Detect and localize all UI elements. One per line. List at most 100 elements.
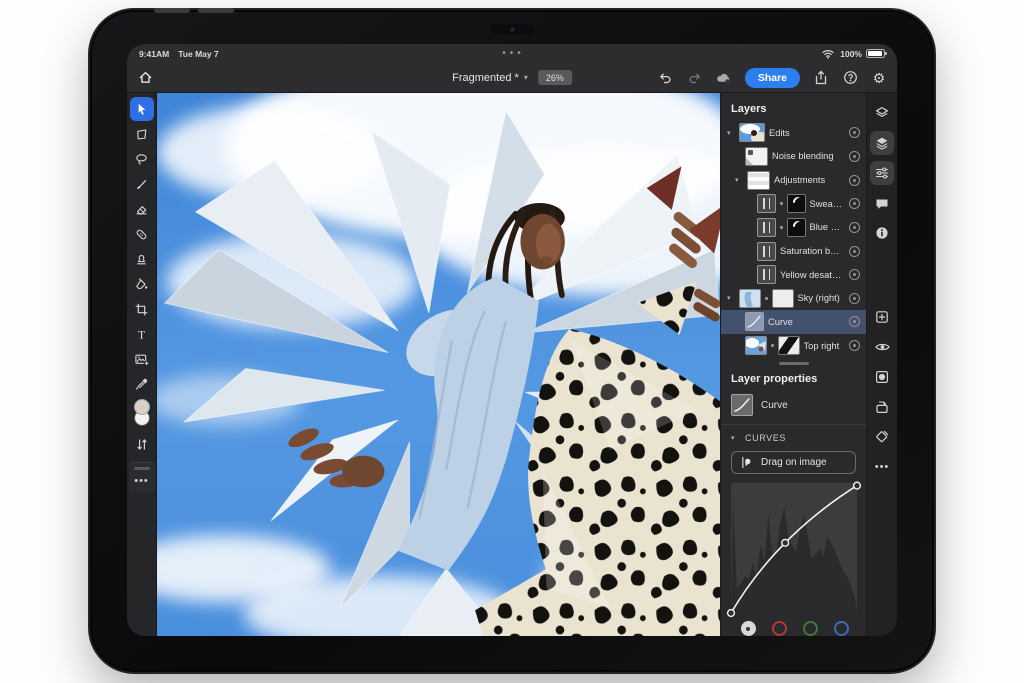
clip-layer-icon[interactable] xyxy=(870,395,894,419)
export-icon[interactable] xyxy=(813,70,829,86)
adjustment-layer-icon xyxy=(757,265,776,284)
curve-control-point[interactable] xyxy=(782,539,789,546)
channel-composite-button[interactable] xyxy=(741,621,756,636)
selected-layer-name: Curve xyxy=(761,400,788,411)
curves-section-header[interactable]: ▾ CURVES xyxy=(721,425,866,450)
targeted-adjustment-icon xyxy=(741,456,754,469)
disclosure-triangle-icon[interactable]: ▾ xyxy=(727,294,735,302)
share-button[interactable]: Share xyxy=(745,68,800,88)
layer-visibility-toggle[interactable] xyxy=(849,222,860,233)
layer-row-edits[interactable]: ▾ Edits xyxy=(721,121,866,145)
layer-row-blue-match[interactable]: Blue match xyxy=(721,216,866,240)
layer-visibility-toggle[interactable] xyxy=(849,316,860,327)
layer-thumbnail xyxy=(745,336,767,355)
disclosure-triangle-icon[interactable]: ▾ xyxy=(727,129,735,137)
layer-visibility-toggle[interactable] xyxy=(849,246,860,257)
comments-icon[interactable] xyxy=(870,191,894,215)
layer-row-sky-right[interactable]: ▾ Sky (right) xyxy=(721,286,866,310)
curves-section-title: CURVES xyxy=(745,433,786,443)
document-title-menu[interactable]: Fragmented * ▾ xyxy=(452,72,528,84)
layer-effects-icon[interactable] xyxy=(870,425,894,449)
curves-histogram-chart[interactable] xyxy=(731,483,857,613)
layer-visibility-toggle[interactable] xyxy=(849,127,860,138)
panel-resize-handle[interactable] xyxy=(779,362,809,365)
app-header: Fragmented * ▾ 26% Share xyxy=(127,63,897,93)
layer-visibility-toggle[interactable] xyxy=(849,198,860,209)
layer-row-top-right[interactable]: Top right xyxy=(721,334,866,358)
toolbar-overflow-section: ••• xyxy=(129,462,155,492)
fill-tool[interactable] xyxy=(130,272,154,296)
settings-gear-icon[interactable]: ⚙ xyxy=(871,70,887,86)
layer-name: Edits xyxy=(769,128,843,138)
zoom-level-badge[interactable]: 26% xyxy=(538,70,572,85)
layer-row-curve[interactable]: Curve xyxy=(721,310,866,334)
foreground-color-swatch[interactable] xyxy=(134,399,150,415)
curve-properties-thumbnail xyxy=(731,394,753,416)
layer-name: Adjustments xyxy=(774,175,843,185)
info-icon[interactable] xyxy=(870,221,894,245)
channel-green-button[interactable] xyxy=(803,621,818,636)
more-options-icon[interactable]: ••• xyxy=(870,455,894,479)
layer-visibility-toggle[interactable] xyxy=(849,293,860,304)
lasso-select-tool[interactable] xyxy=(130,147,154,171)
layer-row-yellow-desaturation[interactable]: Yellow desaturation xyxy=(721,263,866,287)
disclosure-triangle-icon[interactable]: ▾ xyxy=(735,176,743,184)
layer-row-saturation-boost[interactable]: Saturation boost xyxy=(721,239,866,263)
layer-visibility-toggle[interactable] xyxy=(849,151,860,162)
layer-name: Top right xyxy=(804,341,844,351)
home-icon[interactable] xyxy=(137,70,153,86)
eyedropper-tool[interactable] xyxy=(130,372,154,396)
status-time: 9:41AM xyxy=(139,49,169,59)
ipad-device-frame: 9:41AM Tue May 7 • • • 100% xyxy=(88,8,936,674)
undo-button[interactable] xyxy=(658,70,674,86)
mask-link-icon xyxy=(765,297,768,300)
multitask-dots-icon[interactable]: • • • xyxy=(502,50,522,58)
add-layer-icon[interactable] xyxy=(870,305,894,329)
mask-link-icon xyxy=(771,344,774,347)
crop-tool[interactable] xyxy=(130,297,154,321)
curve-control-point[interactable] xyxy=(728,610,735,617)
channel-red-button[interactable] xyxy=(772,621,787,636)
cloud-sync-icon[interactable] xyxy=(716,70,732,86)
curves-editor[interactable] xyxy=(731,483,858,636)
layer-mask-thumbnail xyxy=(787,218,806,237)
mask-link-icon xyxy=(780,202,783,205)
healing-brush-tool[interactable] xyxy=(130,222,154,246)
eraser-tool[interactable] xyxy=(130,197,154,221)
layer-visibility-toggle[interactable] xyxy=(849,175,860,186)
toolbar-drag-handle[interactable] xyxy=(134,467,150,470)
type-tool[interactable]: T xyxy=(130,322,154,346)
help-icon[interactable] xyxy=(842,70,858,86)
curve-control-point[interactable] xyxy=(854,482,861,489)
transform-tool[interactable] xyxy=(130,122,154,146)
redo-button[interactable] xyxy=(687,70,703,86)
layer-visibility-toggle[interactable] xyxy=(849,269,860,280)
layer-row-adjustments[interactable]: ▾ Adjustments xyxy=(721,168,866,192)
layer-thumbnail xyxy=(739,123,765,142)
place-photo-tool[interactable] xyxy=(130,347,154,371)
adjustment-layer-icon xyxy=(757,218,776,237)
channel-blue-button[interactable] xyxy=(834,621,849,636)
adjustments-sliders-icon[interactable] xyxy=(870,161,894,185)
layer-mask-thumbnail xyxy=(787,194,806,213)
layers-icon[interactable] xyxy=(870,101,894,125)
swap-colors-button[interactable] xyxy=(130,432,154,456)
visibility-eye-icon[interactable] xyxy=(870,335,894,359)
drag-on-image-button[interactable]: Drag on image xyxy=(731,451,856,474)
status-bar: 9:41AM Tue May 7 • • • 100% xyxy=(127,44,897,63)
adjustment-layer-icon xyxy=(757,194,776,213)
canvas[interactable] xyxy=(157,93,720,636)
foreground-background-colors[interactable] xyxy=(130,399,154,429)
more-tools-button[interactable]: ••• xyxy=(130,472,154,490)
clone-stamp-tool[interactable] xyxy=(130,247,154,271)
layer-properties-icon[interactable] xyxy=(870,131,894,155)
chevron-down-icon: ▾ xyxy=(524,73,528,82)
layer-mask-icon[interactable] xyxy=(870,365,894,389)
layer-visibility-toggle[interactable] xyxy=(849,340,860,351)
layers-panel-title: Layers xyxy=(721,101,866,121)
layer-row-sweater-booster[interactable]: Sweat...ooster xyxy=(721,192,866,216)
layer-row-noise-blending[interactable]: Noise blending xyxy=(721,145,866,169)
layer-name: Sky (right) xyxy=(798,293,844,303)
brush-tool[interactable] xyxy=(130,172,154,196)
move-tool[interactable] xyxy=(130,97,154,121)
